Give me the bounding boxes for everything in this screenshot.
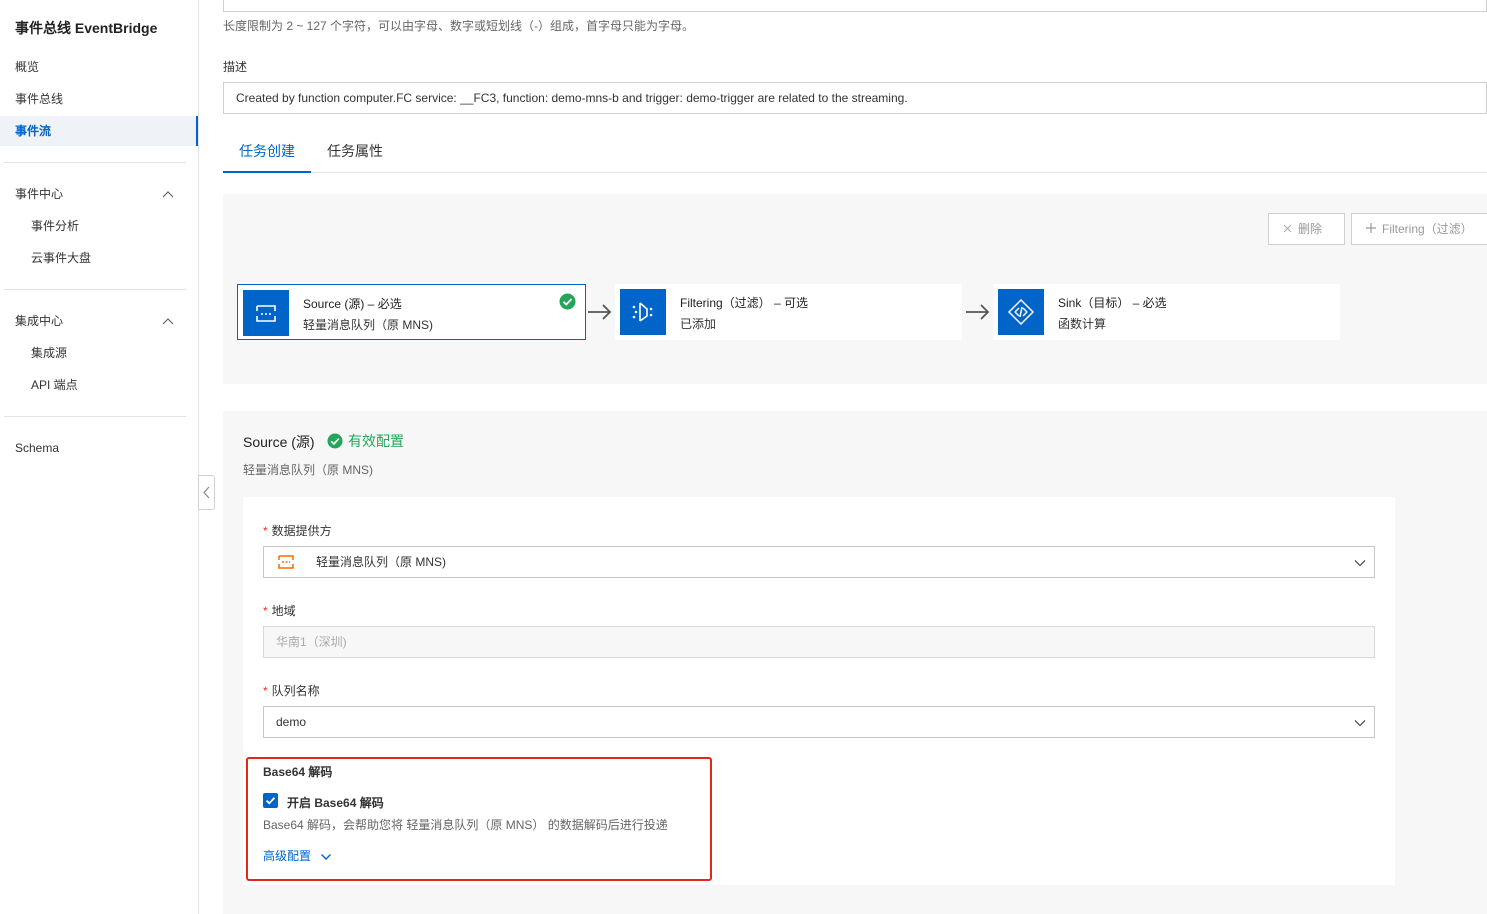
checkmark-icon bbox=[265, 797, 276, 805]
flow-step-title: Filtering（过滤） – 可选 bbox=[680, 296, 809, 310]
queue-name-label: * 队列名称 bbox=[263, 684, 320, 698]
flow-step-source[interactable]: Source (源) – 必选 轻量消息队列（原 MNS) bbox=[237, 284, 586, 340]
close-icon bbox=[1283, 224, 1292, 233]
queue-provider-icon bbox=[278, 555, 294, 569]
region-input: 华南1（深圳) bbox=[263, 626, 1375, 658]
provider-label: * 数据提供方 bbox=[263, 524, 332, 538]
flow-step-subtitle: 函数计算 bbox=[1058, 317, 1107, 331]
tab-task-properties[interactable]: 任务属性 bbox=[327, 131, 383, 173]
base64-checkbox-label[interactable]: 开启 Base64 解码 bbox=[287, 794, 384, 811]
chevron-down-icon bbox=[321, 853, 332, 860]
sidebar-title: 事件总线 EventBridge bbox=[15, 20, 158, 36]
base64-checkbox[interactable] bbox=[263, 793, 278, 808]
sidebar-divider bbox=[4, 416, 186, 417]
queue-name-select[interactable]: demo bbox=[263, 706, 1375, 738]
name-hint: 长度限制为 2 ~ 127 个字符，可以由字母、数字或短划线（-）组成，首字母只… bbox=[223, 19, 695, 33]
delete-button[interactable]: 删除 bbox=[1268, 213, 1345, 245]
sidebar: 事件总线 EventBridge 概览 事件总线 事件流 事件中心 事件分析 云… bbox=[0, 0, 199, 914]
arrow-right-icon bbox=[588, 304, 612, 320]
source-subtitle: 轻量消息队列（原 MNS) bbox=[243, 463, 373, 477]
flow-step-title: Sink（目标） – 必选 bbox=[1058, 296, 1167, 310]
provider-select[interactable]: 轻量消息队列（原 MNS) bbox=[263, 546, 1375, 578]
advanced-config-label: 高级配置 bbox=[263, 849, 312, 863]
sidebar-divider bbox=[4, 162, 186, 163]
arrow-right-icon bbox=[966, 304, 990, 320]
plus-icon bbox=[1366, 223, 1376, 233]
name-input[interactable] bbox=[223, 0, 1487, 12]
base64-section-label: Base64 解码 bbox=[263, 765, 333, 779]
description-label: 描述 bbox=[223, 60, 248, 74]
flow-panel: 删除 Filtering（过滤） Source (源) – 必选 轻量消息队列（… bbox=[223, 194, 1487, 384]
sidebar-divider bbox=[4, 289, 186, 290]
sidebar-item-integration-source[interactable]: 集成源 bbox=[0, 338, 198, 368]
sidebar-group-integration-center[interactable]: 集成中心 bbox=[0, 306, 198, 336]
delete-label: 删除 bbox=[1298, 222, 1323, 236]
filter-icon bbox=[620, 289, 666, 335]
valid-status: 有效配置 bbox=[348, 433, 404, 449]
chevron-up-icon bbox=[162, 191, 174, 198]
sidebar-group-event-center[interactable]: 事件中心 bbox=[0, 179, 198, 209]
source-title: Source (源) bbox=[243, 434, 315, 450]
flow-step-subtitle: 轻量消息队列（原 MNS) bbox=[303, 318, 433, 332]
add-filtering-button[interactable]: Filtering（过滤） bbox=[1351, 213, 1487, 245]
function-compute-icon bbox=[998, 289, 1044, 335]
chevron-down-icon bbox=[1354, 720, 1366, 727]
source-config-panel: Source (源) 有效配置 轻量消息队列（原 MNS) * 数据提供方 轻量消… bbox=[223, 411, 1487, 914]
sidebar-item-event-analysis[interactable]: 事件分析 bbox=[0, 211, 198, 241]
chevron-down-icon bbox=[1354, 560, 1366, 567]
sidebar-item-event-streams[interactable]: 事件流 bbox=[0, 116, 198, 146]
flow-step-title: Source (源) – 必选 bbox=[303, 297, 402, 311]
source-queue-icon bbox=[243, 290, 289, 336]
sidebar-item-overview[interactable]: 概览 bbox=[0, 52, 198, 82]
sidebar-group-label: 事件中心 bbox=[15, 187, 64, 201]
add-filtering-label: Filtering（过滤） bbox=[1382, 222, 1473, 236]
main-content: 长度限制为 2 ~ 127 个字符，可以由字母、数字或短划线（-）组成，首字母只… bbox=[199, 0, 1487, 914]
tab-bar: 任务创建 任务属性 bbox=[223, 131, 1487, 173]
source-form: * 数据提供方 轻量消息队列（原 MNS) * 地域 华南1（深圳) * 队列名称 d… bbox=[243, 497, 1395, 885]
sidebar-item-api-endpoint[interactable]: API 端点 bbox=[0, 370, 198, 400]
sidebar-item-cloud-event-dashboard[interactable]: 云事件大盘 bbox=[0, 243, 198, 273]
queue-name-value: demo bbox=[276, 715, 307, 729]
sidebar-group-label: 集成中心 bbox=[15, 314, 64, 328]
base64-help-text: Base64 解码，会帮助您将 轻量消息队列（原 MNS） 的数据解码后进行投递 bbox=[263, 818, 668, 832]
flow-step-subtitle: 已添加 bbox=[680, 317, 717, 331]
description-input[interactable]: Created by function computer.FC service:… bbox=[223, 82, 1487, 114]
advanced-config-link[interactable]: 高级配置 bbox=[263, 847, 332, 864]
sidebar-item-schema[interactable]: Schema bbox=[0, 433, 198, 463]
region-label: * 地域 bbox=[263, 604, 296, 618]
flow-step-sink[interactable]: Sink（目标） – 必选 函数计算 bbox=[993, 284, 1340, 340]
check-circle-icon bbox=[327, 433, 343, 449]
tab-task-creation[interactable]: 任务创建 bbox=[223, 131, 311, 173]
chevron-up-icon bbox=[162, 318, 174, 325]
provider-value: 轻量消息队列（原 MNS) bbox=[316, 555, 446, 569]
check-circle-icon bbox=[559, 293, 576, 310]
flow-step-filtering[interactable]: Filtering（过滤） – 可选 已添加 bbox=[615, 284, 962, 340]
sidebar-item-event-bus[interactable]: 事件总线 bbox=[0, 84, 198, 114]
